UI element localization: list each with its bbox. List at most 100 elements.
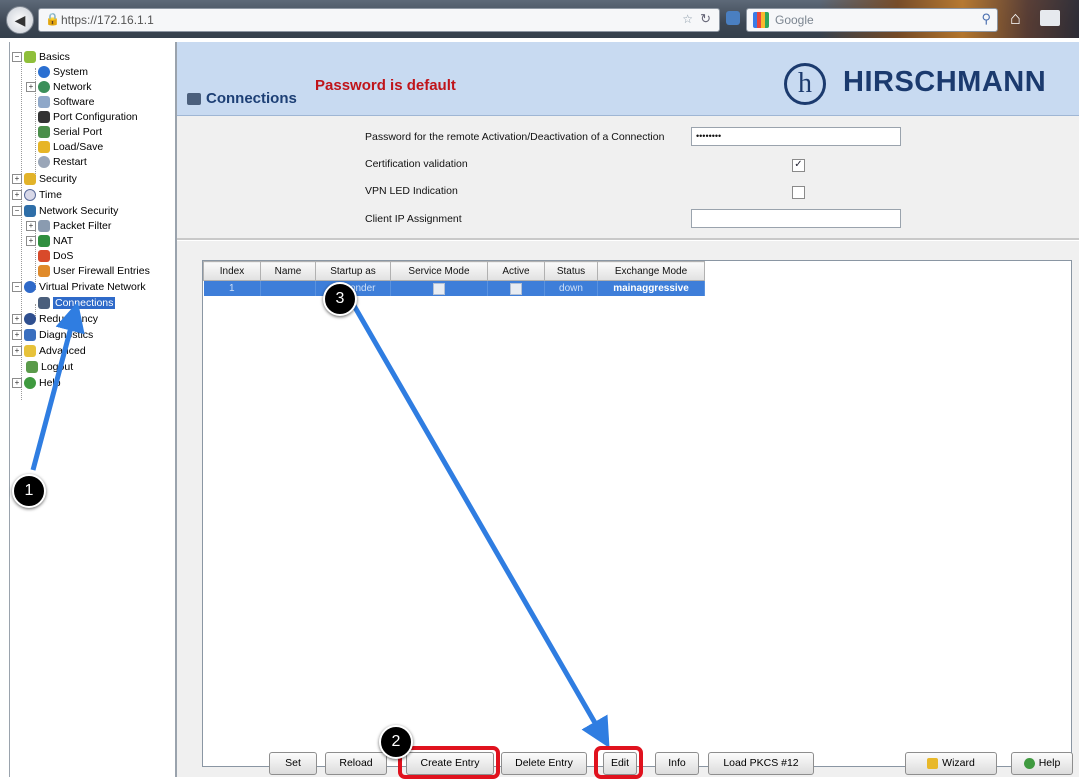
tree-item-logout[interactable]: Logout bbox=[26, 360, 73, 375]
service-mode-checkbox[interactable] bbox=[433, 282, 445, 295]
step-1-badge: 1 bbox=[12, 474, 46, 508]
star-icon bbox=[24, 51, 36, 64]
reload-icon[interactable]: ↻ bbox=[700, 11, 711, 27]
search-icon[interactable]: ⚲ bbox=[981, 11, 991, 27]
address-bar[interactable]: 🔒 https://172.16.1.1 ☆ ↻ bbox=[38, 8, 720, 32]
tree-item-restart[interactable]: Restart bbox=[38, 155, 87, 170]
tree-label: Connections bbox=[53, 297, 116, 309]
network-security-icon bbox=[24, 205, 36, 218]
tree-item-diagnostics[interactable]: + Diagnostics bbox=[12, 328, 93, 343]
expand-icon[interactable]: + bbox=[12, 190, 22, 201]
tree-item-dos[interactable]: DoS bbox=[38, 249, 73, 264]
cell-exchange-mode[interactable]: mainaggressive bbox=[597, 280, 705, 296]
help-icon bbox=[1023, 757, 1035, 769]
tree-item-software[interactable]: Software bbox=[38, 95, 94, 110]
tree-label: Software bbox=[53, 96, 95, 108]
expand-icon[interactable]: + bbox=[12, 330, 22, 341]
dos-icon bbox=[38, 250, 50, 263]
tree-item-port-configuration[interactable]: Port Configuration bbox=[38, 110, 138, 125]
url-text: https://172.16.1.1 bbox=[61, 13, 154, 27]
tree-item-connections[interactable]: Connections bbox=[38, 296, 116, 311]
tree-item-advanced[interactable]: + Advanced bbox=[12, 344, 86, 359]
addon-icon[interactable] bbox=[726, 11, 740, 25]
password-input[interactable]: •••••••• bbox=[691, 127, 901, 146]
collapse-icon[interactable]: − bbox=[12, 52, 22, 63]
set-button[interactable]: Set bbox=[269, 752, 317, 775]
reload-button[interactable]: Reload bbox=[325, 752, 387, 775]
tree-label: Network bbox=[53, 81, 92, 93]
brand-name: HIRSCHMANN bbox=[843, 66, 1047, 98]
column-header[interactable]: Exchange Mode bbox=[597, 261, 705, 281]
restart-icon bbox=[38, 156, 50, 169]
column-header[interactable]: Name bbox=[260, 261, 316, 281]
expand-icon[interactable]: + bbox=[12, 346, 22, 357]
tree-label: Virtual Private Network bbox=[39, 281, 146, 293]
table-row[interactable]: 1 responder down mainaggressive bbox=[203, 280, 705, 296]
expand-icon[interactable]: + bbox=[26, 236, 36, 247]
info-icon bbox=[38, 66, 50, 79]
active-checkbox[interactable] bbox=[510, 282, 522, 295]
tree-item-load-save[interactable]: Load/Save bbox=[38, 140, 103, 155]
tree-item-network[interactable]: + Network bbox=[26, 80, 92, 95]
cell-active[interactable] bbox=[487, 280, 545, 296]
cell-name[interactable] bbox=[260, 280, 316, 296]
tree-item-packet-filter[interactable]: + Packet Filter bbox=[26, 219, 111, 234]
tree-item-security[interactable]: + Security bbox=[12, 172, 77, 187]
step-2-badge: 2 bbox=[379, 725, 413, 759]
collapse-icon[interactable]: − bbox=[12, 206, 22, 217]
cell-service-mode[interactable] bbox=[390, 280, 488, 296]
tree-item-basics[interactable]: − Basics bbox=[12, 50, 70, 65]
expand-icon[interactable]: + bbox=[12, 314, 22, 325]
back-button[interactable]: ◀ bbox=[6, 6, 34, 34]
wizard-button[interactable]: Wizard bbox=[905, 752, 997, 775]
column-header[interactable]: Index bbox=[203, 261, 261, 281]
delete-entry-button[interactable]: Delete Entry bbox=[501, 752, 587, 775]
lock-icon: 🔒 bbox=[45, 12, 60, 26]
cell-status[interactable]: down bbox=[544, 280, 598, 296]
expand-icon[interactable]: + bbox=[26, 221, 36, 232]
tree-label: Port Configuration bbox=[53, 111, 138, 123]
column-header[interactable]: Status bbox=[544, 261, 598, 281]
home-icon[interactable]: ⌂ bbox=[1010, 8, 1021, 29]
collapse-icon[interactable]: − bbox=[12, 282, 22, 293]
cert-validation-checkbox[interactable]: ✓ bbox=[792, 159, 805, 172]
tree-label: System bbox=[53, 66, 89, 78]
info-button[interactable]: Info bbox=[655, 752, 699, 775]
tree-label: Diagnostics bbox=[39, 329, 94, 341]
menu-icon[interactable] bbox=[1040, 10, 1060, 26]
tree-item-help[interactable]: + Help bbox=[12, 376, 61, 391]
load-pkcs-button[interactable]: Load PKCS #12 bbox=[708, 752, 814, 775]
vpn-led-checkbox[interactable] bbox=[792, 186, 805, 199]
tree-item-system[interactable]: System bbox=[38, 65, 88, 80]
lock-icon bbox=[24, 173, 36, 186]
client-ip-input[interactable] bbox=[691, 209, 901, 228]
expand-icon[interactable]: + bbox=[12, 378, 22, 389]
search-engine-icon[interactable] bbox=[753, 12, 769, 28]
column-header[interactable]: Startup as bbox=[315, 261, 391, 281]
help-button[interactable]: Help bbox=[1011, 752, 1073, 775]
tree-item-redundancy[interactable]: + Redundancy bbox=[12, 312, 98, 327]
tree-label: Basics bbox=[39, 51, 70, 63]
column-header[interactable]: Active bbox=[487, 261, 545, 281]
expand-icon[interactable]: + bbox=[26, 82, 36, 93]
tree-item-user-firewall-entries[interactable]: User Firewall Entries bbox=[38, 264, 150, 279]
connections-icon bbox=[38, 297, 50, 310]
help-label: Help bbox=[1038, 757, 1061, 769]
tree-label: Packet Filter bbox=[53, 220, 112, 232]
search-engine-label: Google bbox=[775, 13, 814, 27]
column-header[interactable]: Service Mode bbox=[390, 261, 488, 281]
tree-item-network-security[interactable]: − Network Security bbox=[12, 204, 118, 219]
tree-label: Security bbox=[39, 173, 77, 185]
expand-icon[interactable]: + bbox=[12, 174, 22, 185]
tree-label: Load/Save bbox=[53, 141, 104, 153]
tree-item-time[interactable]: + Time bbox=[12, 188, 62, 203]
search-bar[interactable]: Google ⚲ bbox=[746, 8, 998, 32]
connections-table: Index Name Startup as Service Mode Activ… bbox=[203, 261, 705, 296]
tree-item-serial-port[interactable]: Serial Port bbox=[38, 125, 102, 140]
tree-label: Network Security bbox=[39, 205, 119, 217]
cell-index[interactable]: 1 bbox=[203, 280, 261, 296]
tree-item-nat[interactable]: + NAT bbox=[26, 234, 73, 249]
help-icon bbox=[24, 377, 36, 390]
bookmark-star-icon[interactable]: ☆ bbox=[682, 12, 693, 26]
tree-item-vpn[interactable]: − Virtual Private Network bbox=[12, 280, 146, 295]
